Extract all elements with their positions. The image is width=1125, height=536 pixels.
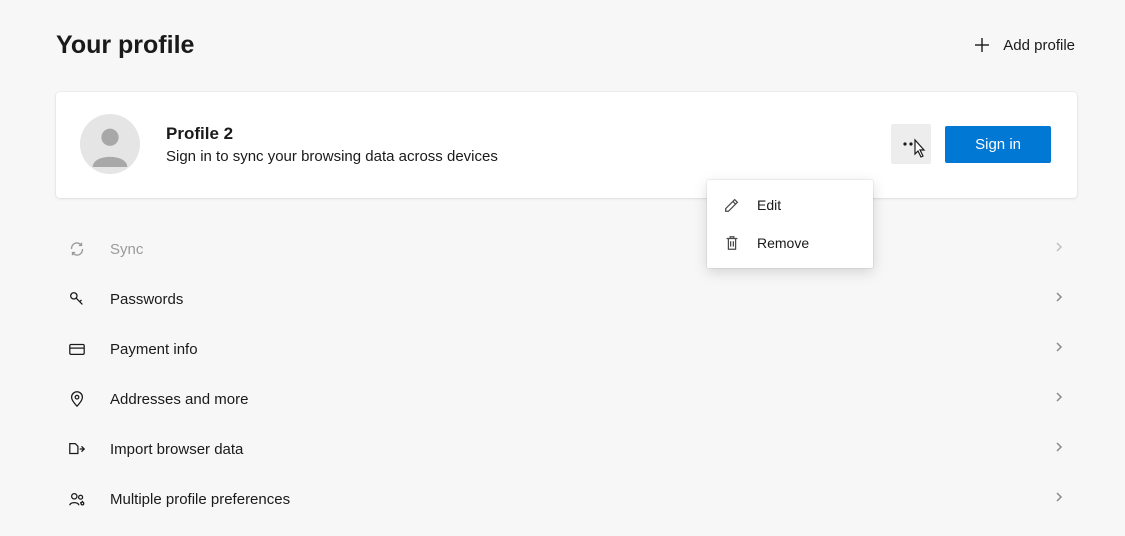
signin-button[interactable]: Sign in [945, 126, 1051, 163]
chevron-right-icon [1053, 490, 1065, 508]
settings-item-label: Import browser data [110, 441, 1053, 458]
page-title: Your profile [56, 31, 194, 60]
settings-item-label: Payment info [110, 341, 1053, 358]
more-icon [903, 142, 919, 146]
more-options-menu: Edit Remove [707, 180, 873, 268]
people-icon [68, 490, 86, 508]
more-options-button[interactable] [891, 124, 931, 164]
settings-item-label: Passwords [110, 291, 1053, 308]
add-profile-button[interactable]: Add profile [971, 30, 1077, 60]
avatar [80, 114, 140, 174]
card-icon [68, 340, 86, 358]
edit-icon [723, 196, 741, 214]
chevron-right-icon [1053, 340, 1065, 358]
profile-subtext: Sign in to sync your browsing data acros… [166, 148, 891, 165]
settings-item-label: Addresses and more [110, 391, 1053, 408]
chevron-right-icon [1053, 440, 1065, 458]
sync-icon [68, 240, 86, 258]
trash-icon [723, 234, 741, 252]
settings-item-payment[interactable]: Payment info [68, 324, 1065, 374]
menu-item-edit-label: Edit [757, 197, 781, 213]
key-icon [68, 290, 86, 308]
settings-item-multiprofile[interactable]: Multiple profile preferences [68, 474, 1065, 524]
menu-item-remove[interactable]: Remove [707, 224, 873, 262]
plus-icon [973, 36, 991, 54]
chevron-right-icon [1053, 290, 1065, 308]
chevron-right-icon [1053, 390, 1065, 408]
settings-item-label: Multiple profile preferences [110, 491, 1053, 508]
profile-card: Profile 2 Sign in to sync your browsing … [56, 92, 1077, 198]
add-profile-label: Add profile [1003, 37, 1075, 54]
chevron-right-icon [1053, 240, 1065, 258]
settings-item-import[interactable]: Import browser data [68, 424, 1065, 474]
menu-item-remove-label: Remove [757, 235, 809, 251]
import-icon [68, 440, 86, 458]
profile-name: Profile 2 [166, 124, 891, 144]
settings-list: Sync Passwords [56, 224, 1077, 524]
settings-item-passwords[interactable]: Passwords [68, 274, 1065, 324]
settings-item-sync: Sync [68, 224, 1065, 274]
map-pin-icon [68, 390, 86, 408]
settings-item-addresses[interactable]: Addresses and more [68, 374, 1065, 424]
settings-item-label: Sync [110, 241, 1053, 258]
person-icon [87, 121, 133, 167]
menu-item-edit[interactable]: Edit [707, 186, 873, 224]
